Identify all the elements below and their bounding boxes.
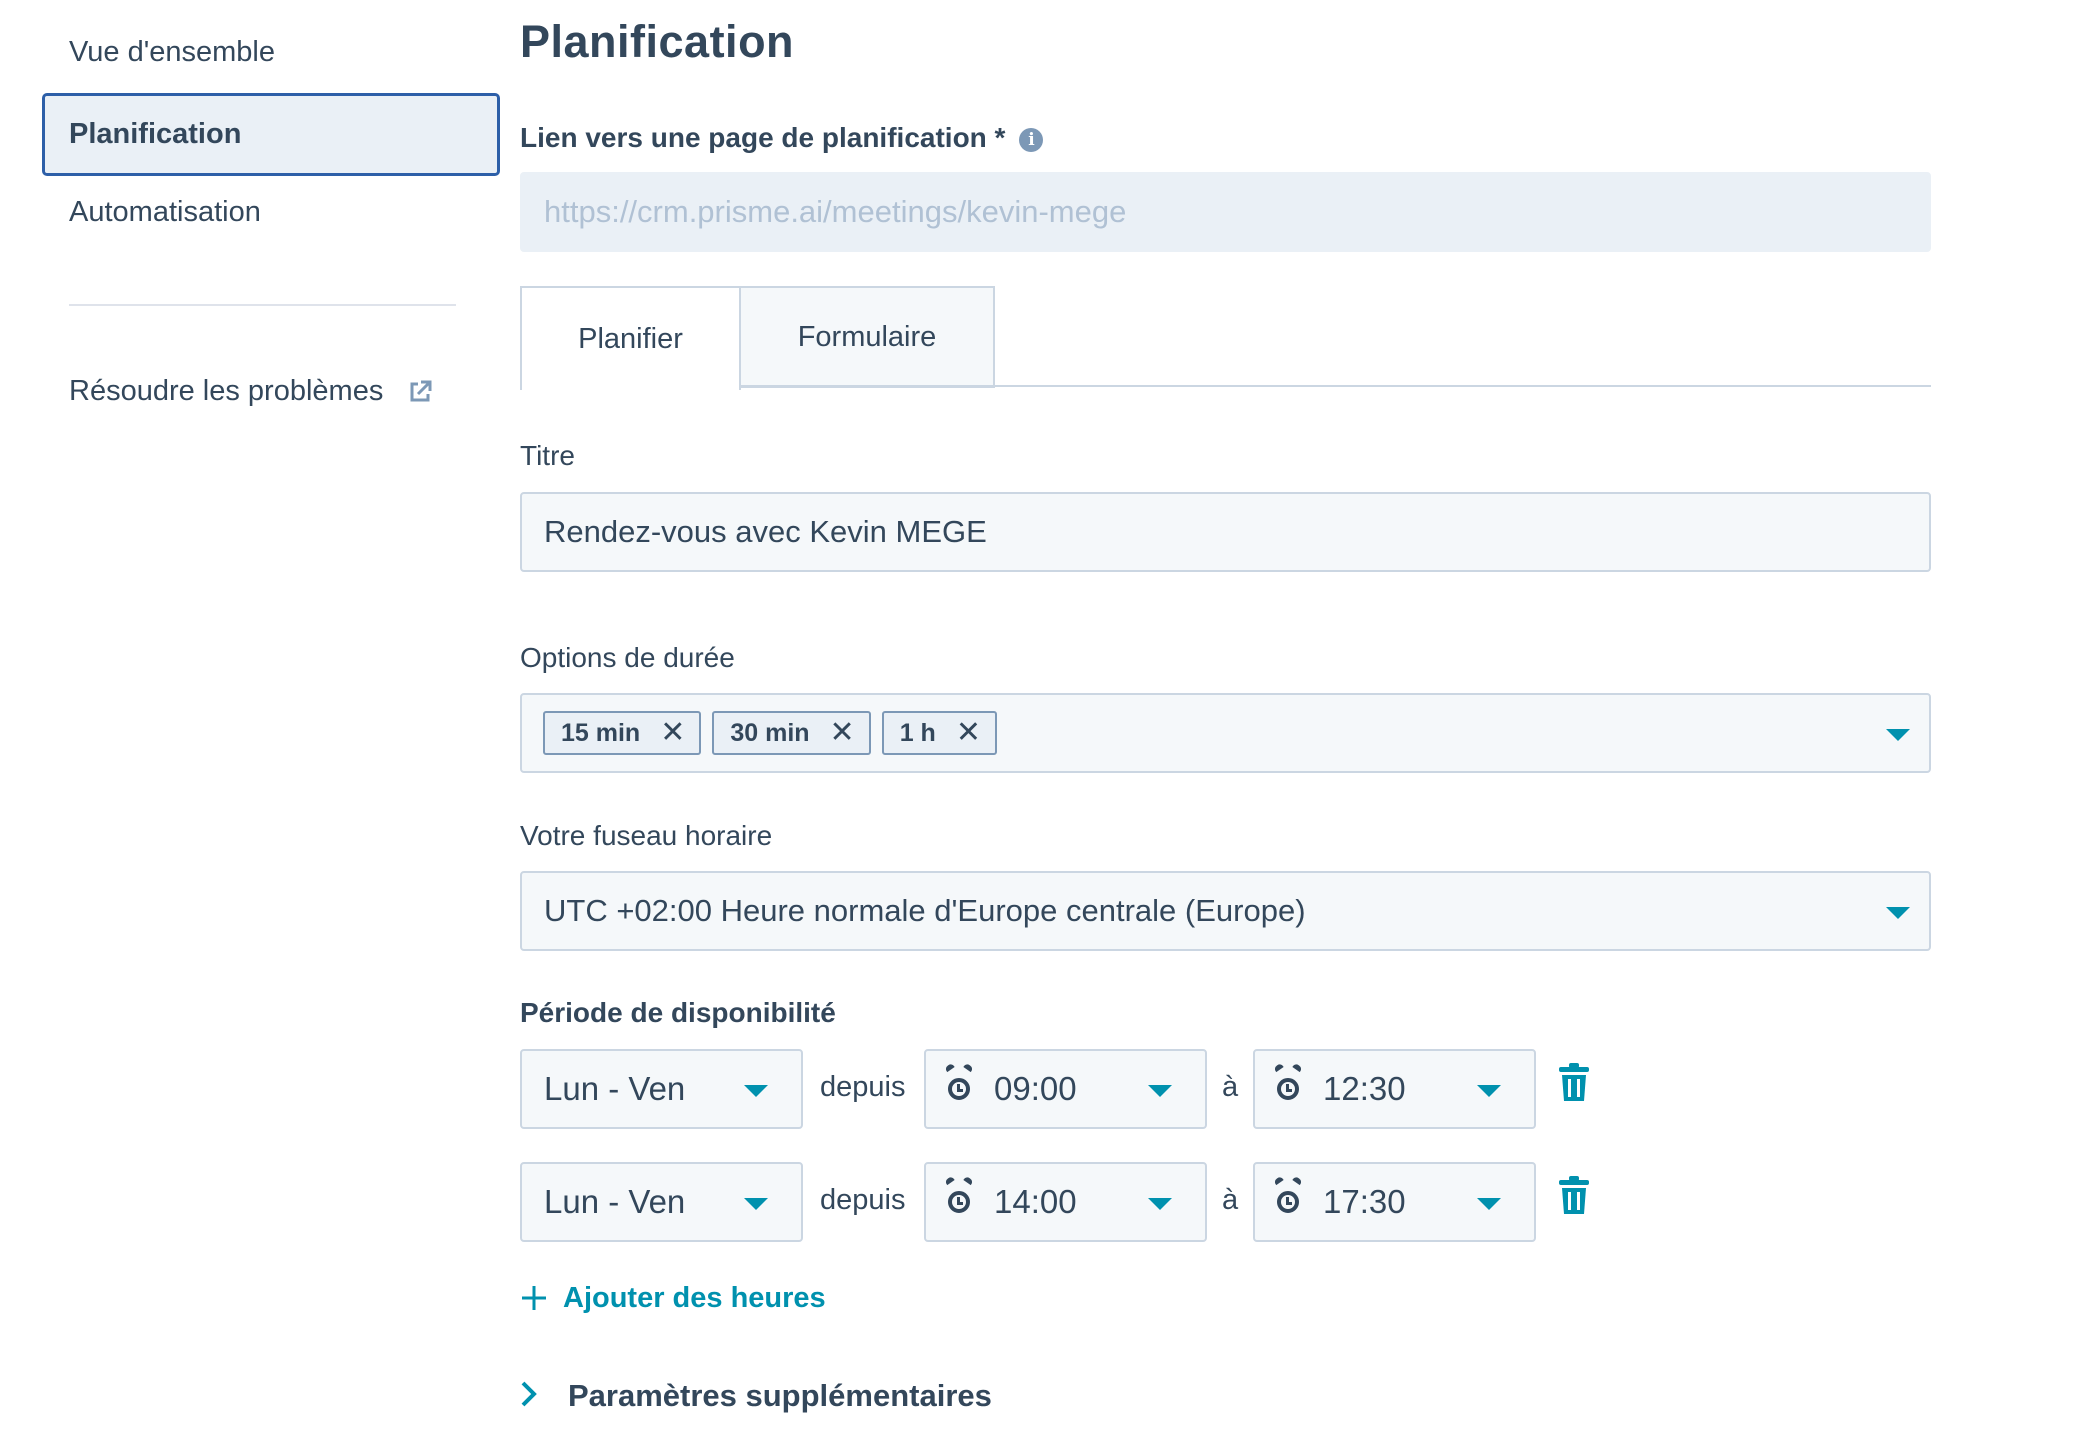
duration-label: Options de durée	[520, 642, 735, 673]
duration-tag[interactable]: 1 h ✕	[881, 711, 997, 755]
end-time-value: 12:30	[1323, 1070, 1406, 1107]
start-time-select[interactable]: 09:00	[924, 1049, 1207, 1129]
timezone-label: Votre fuseau horaire	[520, 820, 773, 851]
close-icon[interactable]: ✕	[830, 718, 855, 748]
sidebar-item-overview[interactable]: Vue d'ensemble	[42, 36, 500, 69]
page-title: Planification	[520, 16, 795, 67]
to-label: à	[1222, 1184, 1239, 1216]
close-icon[interactable]: ✕	[956, 718, 981, 748]
trash-icon[interactable]	[1558, 1063, 1590, 1103]
sidebar-item-label: Automatisation	[69, 196, 261, 228]
title-input-value: Rendez-vous avec Kevin MEGE	[544, 514, 987, 549]
link-label-text: Lien vers une page de planification *	[520, 122, 1006, 153]
duration-multiselect[interactable]: 15 min ✕ 30 min ✕ 1 h ✕	[520, 693, 1931, 773]
link-field-label: Lien vers une page de planification * i	[520, 122, 1044, 154]
caret-down-icon[interactable]	[1886, 907, 1910, 919]
alarm-clock-icon	[944, 1062, 994, 1108]
start-time-value: 09:00	[994, 1070, 1077, 1107]
caret-down-icon	[1148, 1198, 1172, 1210]
add-hours-label: Ajouter des heures	[563, 1282, 826, 1314]
duration-tag-label: 15 min	[561, 718, 641, 747]
duration-tag[interactable]: 30 min ✕	[712, 711, 871, 755]
scheduling-link-value: https://crm.prisme.ai/meetings/kevin-meg…	[544, 194, 1127, 229]
duration-tag-label: 30 min	[730, 718, 810, 747]
caret-down-icon	[744, 1198, 768, 1210]
alarm-clock-icon	[1273, 1062, 1323, 1108]
info-icon[interactable]: i	[1019, 127, 1044, 152]
end-time-select[interactable]: 12:30	[1253, 1049, 1536, 1129]
start-time-select[interactable]: 14:00	[924, 1162, 1207, 1242]
sidebar-item-label: Résoudre les problèmes	[69, 375, 384, 407]
caret-down-icon[interactable]	[1886, 729, 1910, 741]
tab-label: Formulaire	[797, 320, 937, 353]
sidebar-item-scheduling[interactable]: Planification	[42, 93, 500, 176]
tab-form[interactable]: Formulaire	[739, 286, 995, 388]
caret-down-icon	[744, 1085, 768, 1097]
days-select[interactable]: Lun - Ven	[520, 1049, 803, 1129]
timezone-select[interactable]: UTC +02:00 Heure normale d'Europe centra…	[520, 871, 1931, 951]
chevron-right-icon	[521, 1381, 537, 1407]
trash-icon[interactable]	[1558, 1176, 1590, 1216]
sidebar-item-automation[interactable]: Automatisation	[42, 196, 500, 229]
alarm-clock-icon	[944, 1175, 994, 1221]
start-time-value: 14:00	[994, 1183, 1077, 1220]
from-label: depuis	[820, 1184, 906, 1216]
title-field-label: Titre	[520, 440, 575, 471]
more-settings-label: Paramètres supplémentaires	[568, 1378, 992, 1413]
days-select[interactable]: Lun - Ven	[520, 1162, 803, 1242]
caret-down-icon	[1148, 1085, 1172, 1097]
days-value: Lun - Ven	[544, 1070, 686, 1107]
scheduling-link-field[interactable]: https://crm.prisme.ai/meetings/kevin-meg…	[520, 172, 1931, 252]
alarm-clock-icon	[1273, 1175, 1323, 1221]
caret-down-icon	[1477, 1198, 1501, 1210]
close-icon[interactable]: ✕	[660, 718, 685, 748]
tab-label: Planifier	[578, 322, 683, 355]
days-value: Lun - Ven	[544, 1183, 686, 1220]
to-label: à	[1222, 1071, 1239, 1103]
title-input[interactable]: Rendez-vous avec Kevin MEGE	[520, 492, 1931, 572]
tab-schedule[interactable]: Planifier	[520, 286, 741, 390]
plus-icon	[522, 1286, 546, 1310]
end-time-select[interactable]: 17:30	[1253, 1162, 1536, 1242]
from-label: depuis	[820, 1071, 906, 1103]
sidebar-item-label: Planification	[69, 118, 242, 150]
caret-down-icon	[1477, 1085, 1501, 1097]
duration-tag[interactable]: 15 min ✕	[543, 711, 702, 755]
external-link-icon	[410, 380, 432, 401]
duration-tag-label: 1 h	[899, 718, 936, 747]
sidebar-item-troubleshoot[interactable]: Résoudre les problèmes	[42, 375, 500, 408]
availability-label: Période de disponibilité	[520, 997, 836, 1028]
timezone-value: UTC +02:00 Heure normale d'Europe centra…	[544, 893, 1306, 928]
sidebar-item-label: Vue d'ensemble	[69, 36, 275, 68]
end-time-value: 17:30	[1323, 1183, 1406, 1220]
sidebar-divider	[69, 304, 456, 306]
